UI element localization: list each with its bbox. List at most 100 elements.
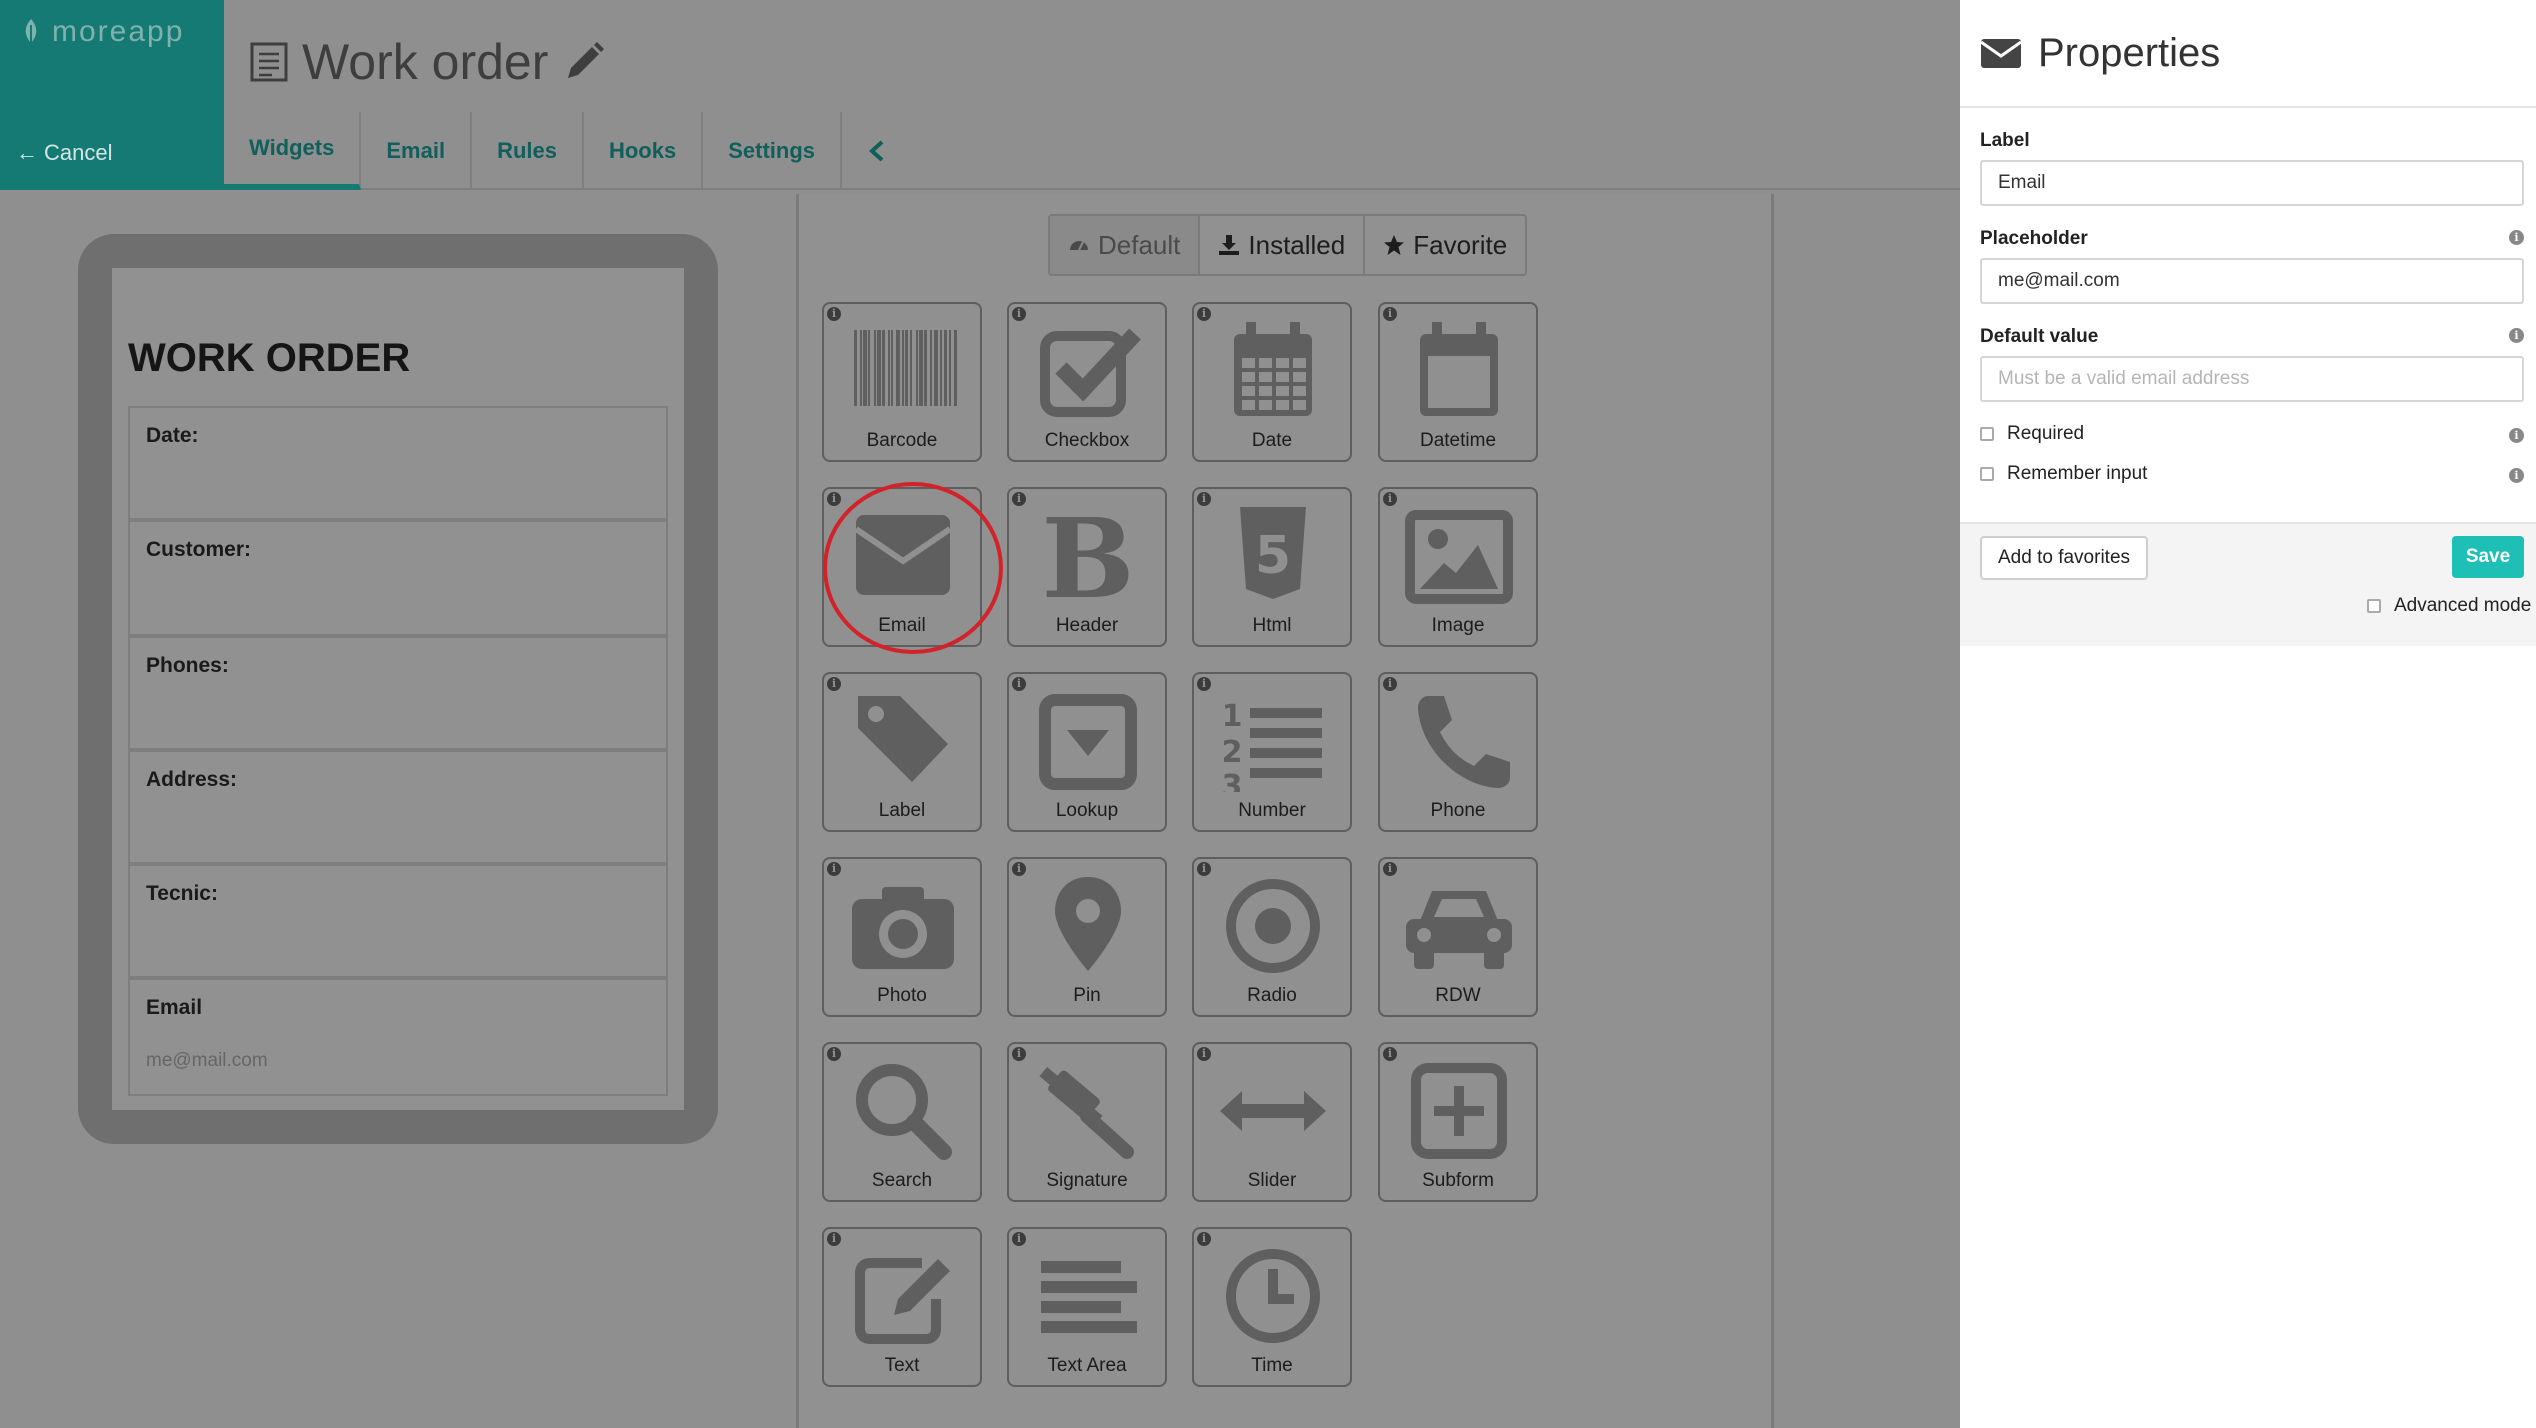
envelope-icon bbox=[1980, 39, 2022, 68]
info-icon[interactable]: i bbox=[1383, 1047, 1397, 1061]
tab-settings[interactable]: Settings bbox=[703, 112, 843, 190]
widget-email[interactable]: i Email bbox=[822, 487, 982, 647]
info-icon[interactable]: i bbox=[2509, 230, 2524, 245]
tab-widgets[interactable]: Widgets bbox=[224, 112, 362, 190]
widget-label: Number bbox=[1238, 800, 1306, 821]
widget-number[interactable]: i 1 2 3 Number bbox=[1192, 672, 1352, 832]
widget-label: Radio bbox=[1247, 985, 1297, 1006]
cancel-link[interactable]: ← Cancel bbox=[16, 140, 112, 166]
label-input[interactable] bbox=[1980, 160, 2524, 206]
info-icon[interactable]: i bbox=[1197, 862, 1211, 876]
widget-barcode[interactable]: i Barcode bbox=[822, 302, 982, 462]
widget-label: Slider bbox=[1247, 1170, 1297, 1191]
info-icon[interactable]: i bbox=[827, 492, 841, 506]
widget-slider[interactable]: i Slider bbox=[1192, 1042, 1352, 1202]
info-icon[interactable]: i bbox=[1383, 492, 1397, 506]
add-to-favorites-button[interactable]: Add to favorites bbox=[1980, 536, 2149, 580]
preview-field-label: Phones: bbox=[146, 654, 229, 677]
remember-input-checkbox[interactable] bbox=[1980, 467, 1994, 481]
widget-signature[interactable]: i Signature bbox=[1007, 1042, 1167, 1202]
preview-field-label: Address: bbox=[146, 768, 238, 791]
info-icon[interactable]: i bbox=[1383, 307, 1397, 321]
calendar-empty-icon bbox=[1420, 322, 1498, 416]
info-icon[interactable]: i bbox=[1197, 1232, 1211, 1246]
widget-label: Time bbox=[1251, 1355, 1293, 1376]
tab-label: Widgets bbox=[249, 135, 335, 160]
required-checkbox[interactable] bbox=[1980, 427, 1994, 441]
map-pin-icon bbox=[1055, 877, 1121, 971]
default-value-input[interactable] bbox=[1980, 356, 2524, 402]
widget-time[interactable]: i Time bbox=[1192, 1227, 1352, 1387]
info-icon[interactable]: i bbox=[1012, 492, 1026, 506]
widget-date[interactable]: i Date bbox=[1192, 302, 1352, 462]
advanced-mode-checkbox[interactable] bbox=[2367, 599, 2381, 613]
save-button[interactable]: Save bbox=[2452, 536, 2524, 578]
tab-label: Settings bbox=[728, 138, 816, 163]
info-icon[interactable]: i bbox=[827, 1047, 841, 1061]
info-icon[interactable]: i bbox=[1383, 862, 1397, 876]
widget-radio[interactable]: i Radio bbox=[1192, 857, 1352, 1017]
arrow-left-icon: ← bbox=[16, 140, 38, 165]
tab-bar: Widgets Email Rules Hooks Settings bbox=[224, 112, 912, 190]
tab-hooks[interactable]: Hooks bbox=[584, 112, 704, 190]
svg-text:2: 2 bbox=[1222, 735, 1243, 770]
app-logo[interactable]: moreapp bbox=[20, 12, 184, 52]
widget-text[interactable]: i Text bbox=[822, 1227, 982, 1387]
form-title-area: Work order bbox=[250, 28, 606, 96]
widget-header[interactable]: i B Header bbox=[1007, 487, 1167, 647]
info-icon[interactable]: i bbox=[827, 677, 841, 691]
calendar-icon bbox=[1234, 322, 1312, 416]
widget-phone[interactable]: i Phone bbox=[1378, 672, 1538, 832]
filter-default-button[interactable]: Default bbox=[1050, 216, 1201, 274]
info-icon[interactable]: i bbox=[1012, 862, 1026, 876]
star-icon bbox=[1384, 235, 1405, 255]
tab-rules[interactable]: Rules bbox=[472, 112, 584, 190]
widget-label: Html bbox=[1252, 615, 1292, 636]
info-icon[interactable]: i bbox=[2509, 328, 2524, 343]
widget-image[interactable]: i Image bbox=[1378, 487, 1538, 647]
tab-email[interactable]: Email bbox=[361, 112, 473, 190]
info-icon[interactable]: i bbox=[827, 862, 841, 876]
info-icon[interactable]: i bbox=[827, 1232, 841, 1246]
info-icon[interactable]: i bbox=[2509, 468, 2524, 483]
widget-html[interactable]: i 5 Html bbox=[1192, 487, 1352, 647]
widget-label[interactable]: i Label bbox=[822, 672, 982, 832]
widget-label: Phone bbox=[1430, 800, 1486, 821]
info-icon[interactable]: i bbox=[1197, 1047, 1211, 1061]
tab-label: Email bbox=[386, 138, 446, 163]
info-icon[interactable]: i bbox=[1197, 677, 1211, 691]
info-icon[interactable]: i bbox=[1197, 307, 1211, 321]
info-icon[interactable]: i bbox=[1012, 1232, 1026, 1246]
widget-photo[interactable]: i Photo bbox=[822, 857, 982, 1017]
widget-label: Email bbox=[878, 615, 926, 636]
info-icon[interactable]: i bbox=[1012, 307, 1026, 321]
filter-installed-button[interactable]: Installed bbox=[1200, 216, 1366, 274]
collapse-panel-button[interactable] bbox=[842, 112, 912, 190]
numbered-list-icon: 123 bbox=[1222, 699, 1322, 792]
pencil-icon[interactable] bbox=[562, 40, 606, 84]
widget-rdw[interactable]: i RDW bbox=[1378, 857, 1538, 1017]
widget-label: Label bbox=[878, 800, 926, 821]
preview-field-label: Email bbox=[146, 996, 203, 1019]
widget-search[interactable]: i Search bbox=[822, 1042, 982, 1202]
widget-text-area[interactable]: i Text Area bbox=[1007, 1227, 1167, 1387]
widget-lookup[interactable]: i Lookup bbox=[1007, 672, 1167, 832]
info-icon[interactable]: i bbox=[1197, 492, 1211, 506]
info-icon[interactable]: i bbox=[1012, 1047, 1026, 1061]
widget-checkbox[interactable]: i Checkbox bbox=[1007, 302, 1167, 462]
phone-icon bbox=[1418, 696, 1510, 788]
filter-favorite-button[interactable]: Favorite bbox=[1365, 216, 1525, 274]
info-icon[interactable]: i bbox=[1012, 677, 1026, 691]
car-icon bbox=[1406, 891, 1512, 969]
widget-subform[interactable]: i Subform bbox=[1378, 1042, 1538, 1202]
widget-label: Image bbox=[1431, 615, 1485, 636]
widget-datetime[interactable]: i Datetime bbox=[1378, 302, 1538, 462]
info-icon[interactable]: i bbox=[2509, 428, 2524, 443]
info-icon[interactable]: i bbox=[1383, 677, 1397, 691]
preview-field-label: Tecnic: bbox=[146, 882, 218, 905]
widget-label: Pin bbox=[1073, 985, 1101, 1006]
info-icon[interactable]: i bbox=[827, 307, 841, 321]
widget-pin[interactable]: i Pin bbox=[1007, 857, 1167, 1017]
placeholder-input[interactable] bbox=[1980, 258, 2524, 304]
leaf-icon bbox=[25, 19, 37, 46]
